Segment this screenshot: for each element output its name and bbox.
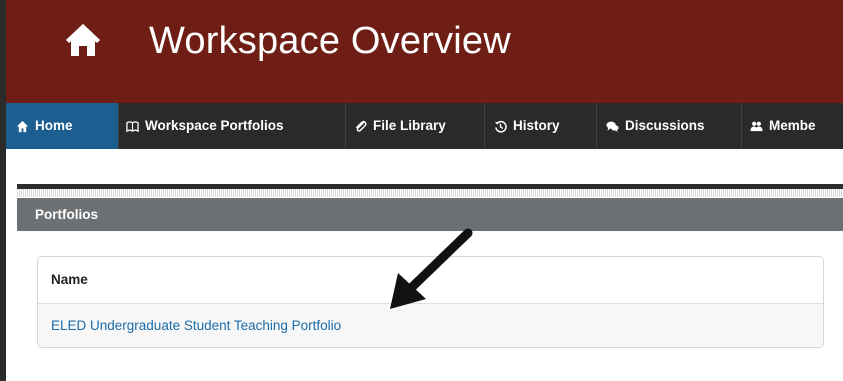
section-header-portfolios: Portfolios <box>17 198 843 231</box>
page-title: Workspace Overview <box>149 20 511 62</box>
history-icon <box>494 120 507 133</box>
nav-separator <box>118 103 119 149</box>
nav-label-history: History <box>513 118 560 133</box>
nav-label-file-library: File Library <box>373 118 446 133</box>
nav-item-members[interactable]: Membe <box>750 103 816 149</box>
nav-separator <box>596 103 597 149</box>
nav-label-discussions: Discussions <box>625 118 705 133</box>
nav-separator <box>484 103 485 149</box>
nav-item-home[interactable]: Home <box>6 103 118 149</box>
nav-label-workspace-portfolios: Workspace Portfolios <box>145 118 284 133</box>
nav-separator <box>741 103 742 149</box>
nav-spacer <box>6 149 843 184</box>
nav-item-workspace-portfolios[interactable]: Workspace Portfolios <box>126 103 284 149</box>
nav-label-home: Home <box>35 118 73 133</box>
chat-bubbles-icon <box>606 121 619 132</box>
nav-separator <box>345 103 346 149</box>
portfolio-link[interactable]: ELED Undergraduate Student Teaching Port… <box>51 318 341 333</box>
table-header-name: Name <box>38 257 823 304</box>
content-divider-pattern <box>17 189 843 197</box>
page-header: Workspace Overview <box>6 0 843 103</box>
table-row: ELED Undergraduate Student Teaching Port… <box>38 304 823 347</box>
nav-label-members: Membe <box>769 118 816 133</box>
home-icon <box>66 24 100 56</box>
paperclip-icon <box>356 120 367 132</box>
nav-item-file-library[interactable]: File Library <box>354 103 446 149</box>
nav-item-history[interactable]: History <box>494 103 560 149</box>
home-icon <box>16 120 29 132</box>
portfolios-table: Name ELED Undergraduate Student Teaching… <box>37 256 824 348</box>
main-nav: Home Workspace Portfolios File Library H… <box>6 103 843 149</box>
users-icon <box>750 121 763 131</box>
book-icon <box>126 120 139 132</box>
nav-item-discussions[interactable]: Discussions <box>606 103 705 149</box>
